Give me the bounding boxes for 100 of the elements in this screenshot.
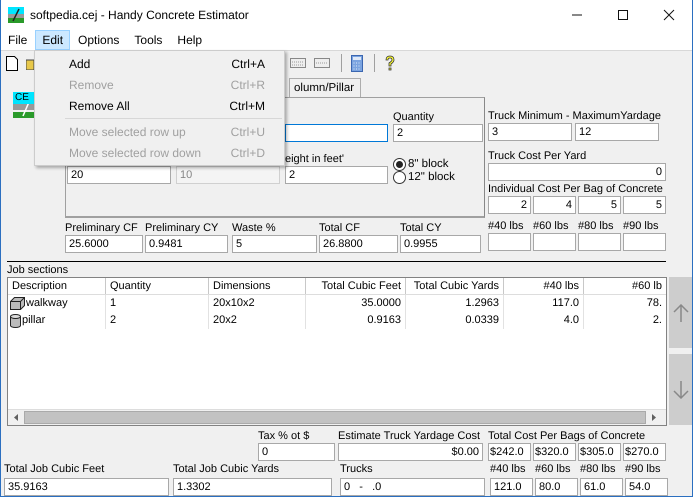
down-arrow-icon [672, 380, 688, 398]
input-field[interactable]: 54.0 [625, 478, 668, 496]
input-field[interactable]: 0.9481 [145, 235, 228, 253]
field-label: Total Job Cubic Yards [173, 463, 280, 476]
input-field[interactable] [285, 124, 388, 142]
field-label: #60 lbs [533, 220, 570, 233]
table-cell: 4.0 [504, 312, 584, 329]
input-field[interactable]: 35.9163 [4, 478, 169, 496]
up-arrow-icon [672, 304, 688, 322]
table-cell: walkway [8, 295, 106, 312]
horizontal-scrollbar[interactable] [8, 409, 666, 425]
menu-entry[interactable]: Add Ctrl+A [35, 53, 284, 74]
field-label: Preliminary CY [145, 222, 220, 235]
cylinder-icon [10, 314, 21, 328]
field-label: Individual Cost Per Bag of Concrete [488, 183, 664, 196]
block-icon [10, 297, 25, 310]
field-label: #80 lbs [580, 463, 616, 476]
field-label: Truck Cost Per Yard [488, 150, 588, 163]
app-icon [8, 7, 24, 23]
input-field[interactable]: 4 [533, 196, 576, 214]
input-field[interactable]: 5 [578, 196, 621, 214]
keyboard-icon[interactable] [314, 57, 330, 69]
table-cell: 2. [584, 312, 666, 329]
field-label: Truck Minimum - MaximumYardage [488, 110, 662, 123]
table-cell: 2 [106, 312, 209, 329]
input-field[interactable] [623, 233, 666, 251]
menu-item[interactable]: Options [71, 30, 126, 50]
menu-item[interactable]: Help [170, 30, 210, 50]
input-field[interactable]: 0 [488, 163, 666, 181]
input-field[interactable]: 2 [285, 166, 388, 184]
table-cell: 20x2 [209, 312, 306, 329]
input-field[interactable]: 20 [67, 166, 171, 184]
table-cell: 1.2963 [406, 295, 504, 312]
menu-item[interactable]: File [1, 30, 34, 50]
menu-item[interactable]: Edit [35, 30, 70, 50]
window-title: softpedia.cej - Handy Concrete Estimator [30, 8, 249, 22]
keyboard-icon[interactable] [290, 57, 306, 69]
input-field[interactable]: 0 - .0 [340, 478, 485, 496]
table-cell: 35.0000 [306, 295, 406, 312]
column-header[interactable]: #60 lb [584, 278, 666, 294]
input-field[interactable]: $305.0 [578, 443, 621, 461]
input-field[interactable]: $0.00 [338, 443, 483, 461]
input-field[interactable] [578, 233, 621, 251]
column-header[interactable]: Total Cubic Yards [406, 278, 504, 294]
menu-entry[interactable]: Remove All Ctrl+M [35, 95, 284, 116]
new-document-icon[interactable] [6, 56, 18, 70]
table-cell: 1 [106, 295, 209, 312]
input-field[interactable]: 1.3302 [173, 478, 332, 496]
input-field[interactable]: 61.0 [580, 478, 623, 496]
field-label: Total Cost Per Bags of Concrete [488, 430, 646, 443]
input-field[interactable]: 2 [488, 196, 531, 214]
input-field[interactable]: 2 [393, 124, 483, 142]
input-field[interactable]: 121.0 [490, 478, 533, 496]
input-field[interactable]: 5 [232, 235, 317, 253]
field-label: Tax % ot $ [258, 430, 310, 443]
field-label: Total CY [400, 222, 443, 235]
input-field[interactable]: $320.0 [533, 443, 576, 461]
maximize-icon[interactable] [617, 9, 629, 21]
table-cell: 0.9163 [306, 312, 406, 329]
field-label: Waste % [232, 222, 277, 235]
field-label: #90 lbs [623, 220, 660, 233]
column-header[interactable]: #40 lbs [504, 278, 584, 294]
input-field[interactable]: 0 [258, 443, 335, 461]
input-field[interactable]: $242.0 [488, 443, 531, 461]
input-field[interactable]: 80.0 [535, 478, 578, 496]
close-icon[interactable] [663, 9, 675, 21]
input-field[interactable]: 0.9955 [400, 235, 481, 253]
radio-option[interactable]: 12" block [393, 171, 483, 184]
column-header[interactable]: Dimensions [209, 278, 306, 294]
field-label: Preliminary CF [65, 222, 139, 235]
field-label: Quantity [393, 111, 435, 124]
input-field[interactable]: $270.0 [623, 443, 666, 461]
field-label: #40 lbs [488, 220, 524, 233]
calculator-icon[interactable] [351, 54, 363, 72]
field-label: #90 lbs [625, 463, 662, 476]
field-label: Trucks [340, 463, 374, 476]
field-label: Estimate Truck Yardage Cost [338, 430, 482, 443]
column-header[interactable]: Quantity [106, 278, 209, 294]
input-field[interactable]: 25.6000 [65, 235, 143, 253]
input-field[interactable] [533, 233, 576, 251]
menu-item[interactable]: Tools [127, 30, 170, 50]
input-field[interactable]: 12 [575, 123, 659, 141]
column-header[interactable]: Description [8, 278, 106, 294]
field-label: #60 lbs [535, 463, 572, 476]
field-label: Total CF [319, 222, 361, 235]
section-title: Job sections [7, 264, 70, 277]
input-field[interactable]: 26.8800 [319, 235, 398, 253]
input-field[interactable]: 5 [623, 196, 666, 214]
radio-option[interactable]: 8" block [393, 158, 483, 171]
input-field[interactable] [488, 233, 531, 251]
field-label: eight in feet' [285, 153, 345, 166]
field-label: Total Job Cubic Feet [4, 463, 106, 476]
field-label: #80 lbs [578, 220, 614, 233]
column-header[interactable]: Total Cubic Feet [306, 278, 406, 294]
table-cell: pillar [8, 312, 106, 329]
tab[interactable]: olumn/Pillar [289, 78, 362, 97]
table-cell: 0.0339 [406, 312, 504, 329]
table-cell: 78. [584, 295, 666, 312]
input-field[interactable]: 3 [488, 123, 572, 141]
help-icon[interactable] [384, 54, 396, 72]
